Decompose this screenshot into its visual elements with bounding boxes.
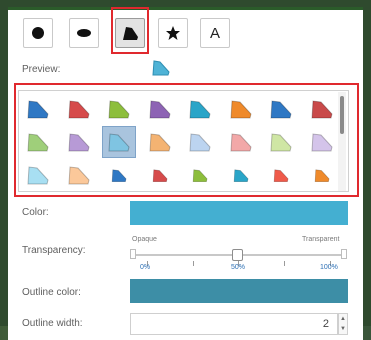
outline-width-input[interactable]: 2: [130, 313, 338, 335]
palette-swatch[interactable]: [305, 159, 339, 191]
swatch-shape-icon: [111, 169, 127, 183]
transparency-label: Transparency:: [22, 245, 86, 256]
swatch-shape-icon: [273, 169, 289, 183]
color-label: Color:: [22, 207, 49, 218]
palette-swatch[interactable]: [21, 93, 55, 125]
palette-swatch[interactable]: [224, 159, 258, 191]
outline-color-picker-field[interactable]: [130, 279, 348, 303]
text-symbol-label: A: [209, 24, 220, 42]
outline-color-label: Outline color:: [22, 287, 81, 298]
circle-symbol-button[interactable]: [23, 18, 53, 48]
swatch-shape-icon: [67, 166, 90, 185]
slider-right-end: [341, 249, 347, 259]
slider-tick: [193, 261, 194, 266]
color-picker-field[interactable]: [130, 201, 348, 225]
palette-swatch[interactable]: [62, 159, 96, 191]
palette-swatch[interactable]: [224, 93, 258, 125]
palette-swatch[interactable]: [21, 159, 55, 191]
swatch-shape-icon: [148, 100, 171, 119]
outline-width-label: Outline width:: [22, 318, 83, 329]
swatch-shape-icon: [108, 133, 130, 152]
palette-swatch[interactable]: [264, 126, 298, 158]
custom-shape-icon: [123, 27, 138, 40]
palette-swatch[interactable]: [183, 126, 217, 158]
spinner-down-icon[interactable]: ▼: [339, 324, 347, 334]
palette-swatch[interactable]: [305, 93, 339, 125]
swatch-shape-icon: [270, 100, 292, 119]
ellipse-icon: [77, 29, 91, 37]
palette-swatch[interactable]: [62, 126, 96, 158]
tick-label-50: 50%: [231, 264, 246, 271]
swatch-shape-icon: [27, 100, 49, 119]
palette-swatch[interactable]: [305, 126, 339, 158]
palette-swatch[interactable]: [264, 159, 298, 191]
palette-swatch[interactable]: [264, 93, 298, 125]
palette-swatch[interactable]: [224, 126, 258, 158]
swatch-shape-icon: [67, 133, 90, 152]
spinner-up-icon[interactable]: ▲: [339, 314, 347, 324]
palette-swatch[interactable]: [183, 93, 217, 125]
swatch-shape-icon: [148, 133, 171, 152]
palette-swatch[interactable]: [102, 159, 136, 191]
opaque-label: Opaque: [132, 236, 157, 243]
text-symbol-button[interactable]: A: [200, 18, 230, 48]
swatch-shape-icon: [67, 100, 90, 119]
ellipse-symbol-button[interactable]: [69, 18, 99, 48]
swatch-shape-icon: [189, 133, 211, 152]
swatch-shape-icon: [27, 133, 49, 152]
star-icon: [166, 26, 180, 40]
custom-shape-symbol-button[interactable]: [115, 18, 145, 48]
swatch-shape-icon: [192, 169, 208, 183]
palette-swatch[interactable]: [102, 93, 136, 125]
star-symbol-button[interactable]: [158, 18, 188, 48]
palette-swatch[interactable]: [143, 159, 177, 191]
swatch-shape-icon: [310, 100, 333, 119]
palette-swatch[interactable]: [183, 159, 217, 191]
swatch-shape-icon: [27, 166, 49, 185]
swatch-shape-icon: [233, 169, 248, 183]
circle-icon: [32, 27, 44, 39]
swatch-shape-icon: [108, 100, 130, 119]
tick-label-0: 0%: [140, 264, 151, 271]
swatch-shape-icon: [270, 133, 292, 152]
palette-swatch[interactable]: [143, 126, 177, 158]
palette-swatch[interactable]: [143, 93, 177, 125]
swatch-shape-icon: [314, 169, 329, 183]
swatch-shape-icon: [152, 169, 167, 183]
outline-width-spinner[interactable]: ▲ ▼: [338, 313, 348, 335]
transparency-slider-thumb[interactable]: [232, 249, 243, 261]
transparent-label: Transparent: [302, 236, 340, 243]
swatch-shape-icon: [310, 133, 333, 152]
tick-label-100: 100%: [320, 264, 338, 271]
palette-swatch[interactable]: [62, 93, 96, 125]
panel-top-bar: [8, 7, 363, 10]
palette-swatch[interactable]: [102, 126, 136, 158]
preview-label: Preview:: [22, 64, 61, 75]
palette-swatch[interactable]: [21, 126, 55, 158]
swatch-shape-icon: [229, 100, 252, 119]
swatch-shape-icon: [229, 133, 252, 152]
preview-swatch-icon: [152, 60, 170, 76]
slider-tick: [284, 261, 285, 266]
swatch-shape-icon: [189, 100, 211, 119]
palette-scrollbar-thumb[interactable]: [340, 96, 344, 134]
symbol-style-panel: A Preview: Color: Transparency: Opaque T…: [8, 7, 363, 340]
